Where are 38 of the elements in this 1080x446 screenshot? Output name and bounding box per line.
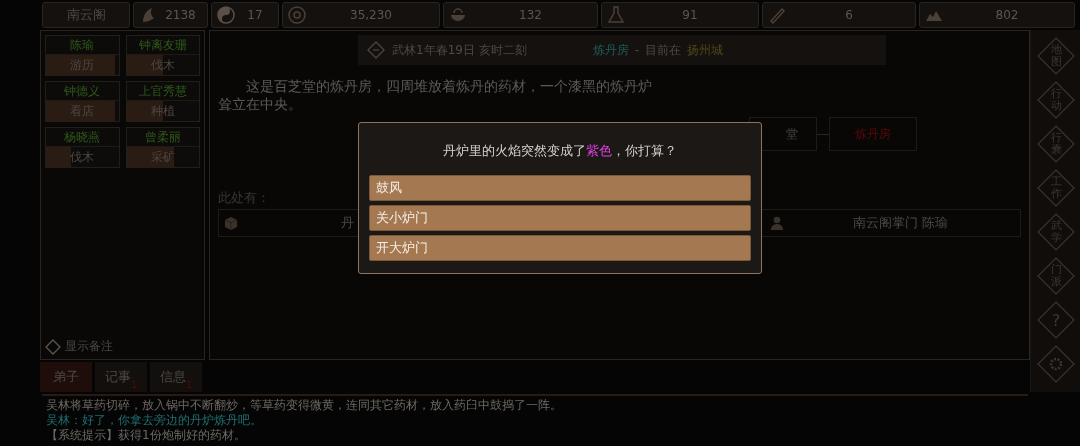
tab[interactable]: 信息 $_{1}$ <box>150 362 202 392</box>
menu-button[interactable]: ? <box>1036 300 1076 340</box>
stat-value: 6 <box>844 8 854 22</box>
option-button[interactable]: 关小炉门 <box>369 205 751 231</box>
checkbox[interactable] <box>45 338 61 355</box>
log-line: 【系统提示】获得1份炮制好的药材。 <box>46 428 247 443</box>
disciple-name[interactable]: 陈瑜 <box>46 36 119 55</box>
menu-button[interactable] <box>1036 344 1076 384</box>
log-line: 吴林将草药切碎，放入锅中不断翻炒，等草药变得微黄，连同其它药材，放入药臼中鼓捣了一阵。 <box>46 398 563 413</box>
task-label: 伐木 <box>69 149 96 166</box>
disciple-name[interactable]: 钟德义 <box>46 82 119 101</box>
log-line: 吴林：好了，你拿去旁边的丹炉炼丹吧。 <box>46 413 263 428</box>
entity-label: 丹 <box>341 214 354 232</box>
stat-value: 91 <box>681 8 699 22</box>
stat-value: 2138 <box>164 8 197 22</box>
yin-yang-icon <box>216 5 236 25</box>
pen-icon <box>767 5 787 25</box>
option-button[interactable]: 开大炉门 <box>369 235 751 261</box>
coin-icon <box>287 5 307 25</box>
tab[interactable]: 弟子 <box>40 362 92 392</box>
separator: - <box>634 43 640 57</box>
map-node[interactable]: 炼丹房 <box>829 117 917 151</box>
box-icon <box>223 215 239 231</box>
disciple-name[interactable]: 钟离友珊 <box>126 36 199 55</box>
flask-icon <box>606 5 626 25</box>
stat-value: 35,230 <box>349 8 393 22</box>
disciple-name[interactable]: 曾柔丽 <box>126 128 199 147</box>
checkbox-label: 显示备注 <box>65 338 113 355</box>
dialog-question: 丹炉里的火焰突然变成了紫色，你打算？ <box>442 142 678 160</box>
disciple-name[interactable]: 杨晓燕 <box>46 128 119 147</box>
diamond-icon <box>366 40 386 60</box>
stat-value: 132 <box>518 8 543 22</box>
stat-value: 802 <box>994 8 1020 22</box>
person-icon <box>769 215 785 231</box>
room-description: 这是百芝堂的炼丹房，四周堆放着炼丹的药材，一个漆黑的炼丹炉耸立在中央。 <box>218 77 653 113</box>
option-button[interactable]: 鼓风 <box>369 175 751 201</box>
stat-value: 17 <box>246 8 264 22</box>
room-name: 炼丹房 <box>592 41 629 59</box>
